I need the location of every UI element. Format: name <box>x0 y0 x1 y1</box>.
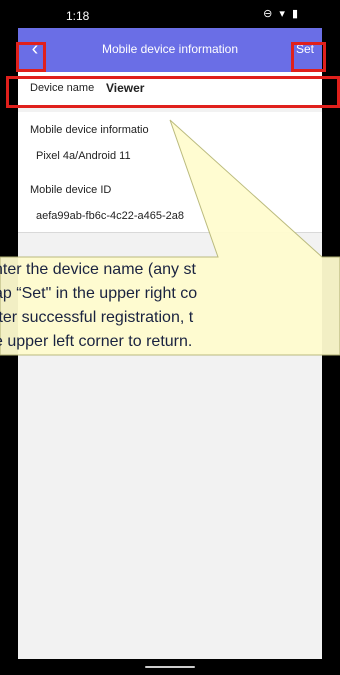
app-bar: ‹ Mobile device information Set <box>18 28 322 72</box>
callout-line: nter the device name (any st <box>0 261 196 278</box>
content-area: Device name Viewer Mobile device informa… <box>18 72 322 675</box>
status-icons: ⊖ ▾ ▮ <box>263 8 300 20</box>
callout-line: e upper left corner to return. <box>0 333 193 350</box>
set-button-highlight <box>291 42 326 72</box>
callout-line: ap “Set" in the upper right co <box>0 285 198 302</box>
status-bar: 1:18 ⊖ ▾ ▮ <box>18 0 322 28</box>
page-title: Mobile device information <box>101 42 239 56</box>
back-button-highlight <box>16 42 46 72</box>
device-info-label: Mobile device informatio <box>30 124 149 136</box>
device-name-highlight <box>6 76 340 108</box>
device-info-value: Pixel 4a/Android 11 <box>36 150 131 162</box>
device-id-value: aefa99ab-fb6c-4c22-a465-2a8 <box>36 210 185 222</box>
device-id-row: Mobile device ID aefa99ab-fb6c-4c22-a465… <box>18 172 322 233</box>
device-info-row: Mobile device informatio Pixel 4a/Androi… <box>18 112 322 173</box>
home-handle[interactable] <box>145 666 195 668</box>
device-id-label: Mobile device ID <box>30 184 112 196</box>
callout-text: nter the device name (any st ap “Set" in… <box>0 258 340 354</box>
status-time: 1:18 <box>66 9 90 23</box>
callout-line: fter successful registration, t <box>0 309 194 326</box>
navigation-bar <box>18 659 322 675</box>
